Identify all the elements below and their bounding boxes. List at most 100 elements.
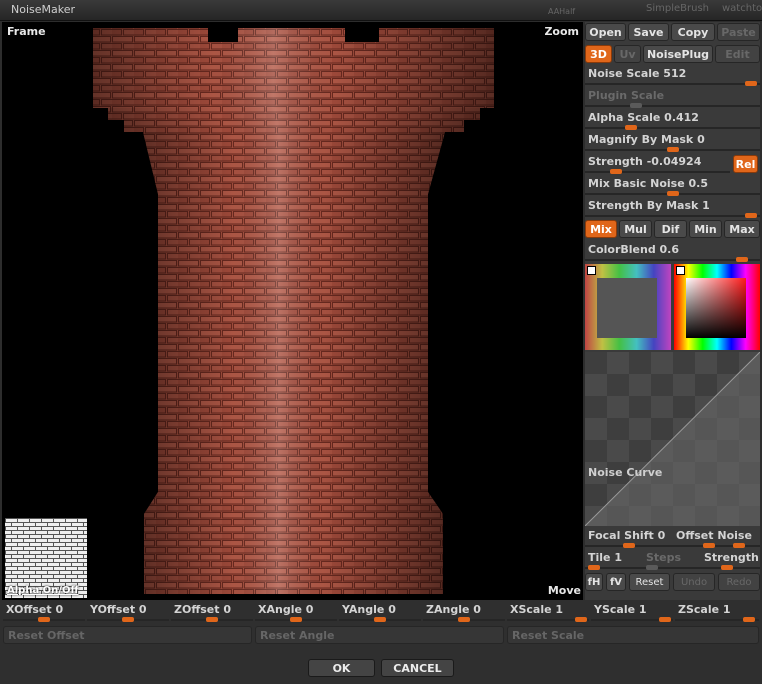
yoffset-slider[interactable]: YOffset 0 bbox=[87, 602, 169, 624]
slider-knob[interactable] bbox=[625, 125, 637, 130]
zangle-slider[interactable]: ZAngle 0 bbox=[423, 602, 505, 624]
alpha-scale-slider[interactable]: Alpha Scale 0.412 bbox=[585, 110, 760, 132]
mode-uv-button[interactable]: Uv bbox=[614, 45, 641, 63]
frame-button[interactable]: Frame bbox=[7, 25, 46, 38]
copy-button[interactable]: Copy bbox=[671, 23, 715, 41]
strength-by-mask-slider[interactable]: Strength By Mask 1 bbox=[585, 198, 760, 220]
tile-slider[interactable]: Tile 1 bbox=[585, 550, 643, 572]
flip-h-button[interactable]: fH bbox=[585, 573, 603, 591]
slider-knob[interactable] bbox=[667, 191, 679, 196]
slider-knob[interactable] bbox=[623, 543, 635, 548]
yscale-slider[interactable]: YScale 1 bbox=[591, 602, 673, 624]
alpha-thumbnail[interactable]: Alpha On/Off bbox=[5, 518, 87, 598]
slider-knob[interactable] bbox=[458, 617, 470, 622]
redo-button[interactable]: Redo bbox=[718, 573, 760, 591]
slider-knob[interactable] bbox=[206, 617, 218, 622]
slider-knob[interactable] bbox=[745, 213, 757, 218]
reset-offset-button[interactable]: Reset Offset bbox=[3, 626, 252, 644]
ghost-icon-label: AAHalf bbox=[548, 7, 576, 16]
undo-button[interactable]: Undo bbox=[673, 573, 715, 591]
save-button[interactable]: Save bbox=[628, 23, 669, 41]
secondary-color-picker[interactable] bbox=[585, 264, 671, 350]
noiseplug-button[interactable]: NoisePlug bbox=[643, 45, 713, 63]
mix-basic-noise-label: Mix Basic Noise 0.5 bbox=[588, 177, 708, 190]
slider-knob[interactable] bbox=[290, 617, 302, 622]
paste-button[interactable]: Paste bbox=[717, 23, 760, 41]
blend-mul-button[interactable]: Mul bbox=[619, 220, 652, 238]
slider-knob[interactable] bbox=[374, 617, 386, 622]
noise-scale-slider[interactable]: Noise Scale 512 bbox=[585, 66, 760, 88]
blend-max-button[interactable]: Max bbox=[724, 220, 760, 238]
slider-knob[interactable] bbox=[659, 617, 671, 622]
preview-viewport[interactable]: Frame Zoom Move Alpha On/Off bbox=[2, 22, 583, 600]
slider-knob[interactable] bbox=[575, 617, 587, 622]
ghost-tab-watchto: watchto bbox=[722, 3, 762, 14]
blend-min-button[interactable]: Min bbox=[689, 220, 722, 238]
rel-button[interactable]: Rel bbox=[733, 155, 758, 173]
focal-shift-slider[interactable]: Focal Shift 0 bbox=[585, 528, 673, 550]
slider-knob[interactable] bbox=[646, 565, 658, 570]
slider-knob[interactable] bbox=[745, 81, 757, 86]
slider-knob[interactable] bbox=[610, 169, 622, 174]
cancel-button[interactable]: CANCEL bbox=[381, 659, 454, 677]
slider-knob[interactable] bbox=[736, 257, 748, 262]
xscale-slider[interactable]: XScale 1 bbox=[507, 602, 589, 624]
zscale-label: ZScale 1 bbox=[678, 603, 731, 616]
curve-graph bbox=[585, 352, 760, 526]
yangle-slider[interactable]: YAngle 0 bbox=[339, 602, 421, 624]
slider-knob[interactable] bbox=[667, 147, 679, 152]
slider-knob[interactable] bbox=[588, 565, 600, 570]
plugin-scale-slider[interactable]: Plugin Scale bbox=[585, 88, 760, 110]
zoom-button[interactable]: Zoom bbox=[544, 25, 579, 38]
secondary-color-swatch bbox=[597, 278, 657, 338]
magnify-by-mask-label: Magnify By Mask 0 bbox=[588, 133, 705, 146]
xscale-label: XScale 1 bbox=[510, 603, 564, 616]
color-blend-slider[interactable]: ColorBlend 0.6 bbox=[585, 242, 760, 264]
open-button[interactable]: Open bbox=[585, 23, 626, 41]
mode-3d-button[interactable]: 3D bbox=[585, 45, 612, 63]
primary-color-swatch[interactable] bbox=[686, 278, 746, 338]
color-blend-label: ColorBlend 0.6 bbox=[588, 243, 680, 256]
slider-knob[interactable] bbox=[630, 103, 642, 108]
edit-button[interactable]: Edit bbox=[715, 45, 760, 63]
xoffset-label: XOffset 0 bbox=[6, 603, 64, 616]
slider-knob[interactable] bbox=[743, 617, 755, 622]
reset-scale-button[interactable]: Reset Scale bbox=[507, 626, 759, 644]
slider-knob[interactable] bbox=[38, 617, 50, 622]
color-marker-icon bbox=[676, 266, 685, 275]
zangle-label: ZAngle 0 bbox=[426, 603, 481, 616]
flip-v-button[interactable]: fV bbox=[606, 573, 626, 591]
yoffset-label: YOffset 0 bbox=[90, 603, 147, 616]
ghost-tab-simplebrush: SimpleBrush bbox=[646, 3, 710, 14]
xoffset-slider[interactable]: XOffset 0 bbox=[3, 602, 85, 624]
primary-color-picker[interactable] bbox=[674, 264, 760, 350]
slider-knob[interactable] bbox=[721, 565, 733, 570]
zscale-slider[interactable]: ZScale 1 bbox=[675, 602, 759, 624]
reset-angle-button[interactable]: Reset Angle bbox=[255, 626, 504, 644]
slider-knob[interactable] bbox=[733, 543, 745, 548]
plugin-scale-label: Plugin Scale bbox=[588, 89, 665, 102]
steps-label: Steps bbox=[646, 551, 682, 564]
noise-curve-label: Noise Curve bbox=[588, 466, 663, 479]
xangle-slider[interactable]: XAngle 0 bbox=[255, 602, 337, 624]
ok-button[interactable]: OK bbox=[308, 659, 375, 677]
mix-basic-noise-slider[interactable]: Mix Basic Noise 0.5 bbox=[585, 176, 760, 198]
zoffset-label: ZOffset 0 bbox=[174, 603, 231, 616]
blend-mix-button[interactable]: Mix bbox=[585, 220, 617, 238]
window-title: NoiseMaker bbox=[11, 3, 76, 16]
alpha-toggle-label[interactable]: Alpha On/Off bbox=[7, 585, 79, 596]
curve-strength-slider[interactable]: Strength bbox=[701, 550, 760, 572]
magnify-by-mask-slider[interactable]: Magnify By Mask 0 bbox=[585, 132, 760, 154]
slider-knob[interactable] bbox=[122, 617, 134, 622]
zoffset-slider[interactable]: ZOffset 0 bbox=[171, 602, 253, 624]
blend-dif-button[interactable]: Dif bbox=[654, 220, 687, 238]
curve-reset-button[interactable]: Reset bbox=[629, 573, 670, 591]
move-button[interactable]: Move bbox=[548, 584, 581, 597]
offset-noise-slider[interactable]: Offset Noise bbox=[673, 528, 760, 550]
slider-knob[interactable] bbox=[703, 543, 715, 548]
noise-curve-editor[interactable]: Noise Curve bbox=[585, 352, 760, 526]
steps-slider[interactable]: Steps bbox=[643, 550, 701, 572]
settings-panel: Open Save Copy Paste 3D Uv NoisePlug Edi… bbox=[585, 22, 760, 600]
strength-slider[interactable]: Strength -0.04924 bbox=[585, 154, 730, 176]
alpha-scale-label: Alpha Scale 0.412 bbox=[588, 111, 699, 124]
